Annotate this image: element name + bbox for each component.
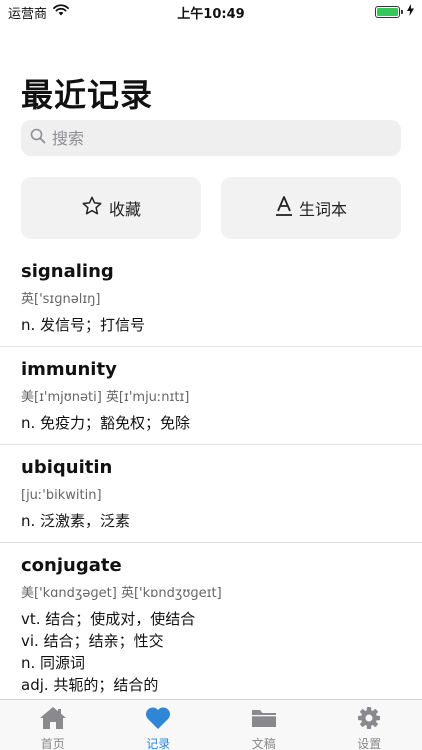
definition: n. 发信号；打信号 <box>21 316 146 334</box>
page-title: 最近记录 <box>21 76 154 114</box>
word: immunity <box>21 359 117 380</box>
home-icon <box>39 706 67 733</box>
carrier-label: 运营商 <box>8 6 48 22</box>
gear-icon <box>355 706 383 733</box>
tab-label: 首页 <box>40 737 65 750</box>
wifi-icon <box>53 4 69 20</box>
tab-bar: 首页 记录 文稿 设置 <box>0 699 422 750</box>
word: ubiquitin <box>21 457 113 478</box>
list-item[interactable]: signaling 英['sɪɡnəlɪŋ] n. 发信号；打信号 <box>0 249 422 347</box>
list-item[interactable]: ubiquitin [juː'bikwitin] n. 泛激素，泛素 <box>0 445 422 543</box>
vocabulary-label: 生词本 <box>298 200 347 219</box>
definition: n. 同源词 <box>21 654 86 672</box>
definition: vt. 结合；使成对，使结合 <box>21 610 196 628</box>
definition: adj. 共轭的；结合的 <box>21 676 159 694</box>
phonetic: [juː'bikwitin] <box>21 488 102 503</box>
charging-icon <box>407 4 414 20</box>
heart-icon <box>144 706 172 733</box>
status-left: 运营商 <box>8 3 69 22</box>
definition: vi. 结合；结亲；性交 <box>21 632 164 650</box>
tab-label: 设置 <box>357 737 382 750</box>
vocabulary-button[interactable]: 生词本 <box>221 177 401 239</box>
favorites-label: 收藏 <box>108 200 141 219</box>
search-box[interactable] <box>21 120 401 156</box>
favorites-button[interactable]: 收藏 <box>21 177 201 239</box>
list-item[interactable]: immunity 美[ɪ'mjʊnəti] 英[ɪ'mjuːnɪtɪ] n. 免… <box>0 347 422 445</box>
star-icon <box>81 195 103 221</box>
list-item[interactable]: conjugate 美['kɑndʒəɡet] 英['kɒndʒʊɡeɪt] v… <box>0 543 422 699</box>
phonetic: 美[ɪ'mjʊnəti] 英[ɪ'mjuːnɪtɪ] <box>21 390 190 405</box>
definition: n. 免疫力；豁免权；免除 <box>21 414 191 432</box>
text-a-icon <box>275 195 293 221</box>
tab-settings[interactable]: 设置 <box>317 700 422 750</box>
status-right <box>375 4 414 20</box>
phonetic: 英['sɪɡnəlɪŋ] <box>21 292 101 307</box>
word: conjugate <box>21 555 122 576</box>
word: signaling <box>21 261 114 282</box>
search-input[interactable] <box>52 128 372 148</box>
status-bar: 运营商 上午10:49 <box>0 0 422 24</box>
tab-documents[interactable]: 文稿 <box>211 700 317 750</box>
tab-label: 文稿 <box>251 737 276 750</box>
tab-history[interactable]: 记录 <box>106 700 212 750</box>
tab-label: 记录 <box>146 737 171 750</box>
tab-home[interactable]: 首页 <box>0 700 106 750</box>
search-icon <box>30 128 46 148</box>
phonetic: 美['kɑndʒəɡet] 英['kɒndʒʊɡeɪt] <box>21 586 222 601</box>
history-list: signaling 英['sɪɡnəlɪŋ] n. 发信号；打信号 immuni… <box>0 249 422 699</box>
definition-block: vt. 结合；使成对，使结合 vi. 结合；结亲；性交 n. 同源词 adj. … <box>21 608 422 696</box>
definition: n. 泛激素，泛素 <box>21 512 131 530</box>
battery-icon <box>375 6 403 18</box>
folder-icon <box>250 706 278 733</box>
